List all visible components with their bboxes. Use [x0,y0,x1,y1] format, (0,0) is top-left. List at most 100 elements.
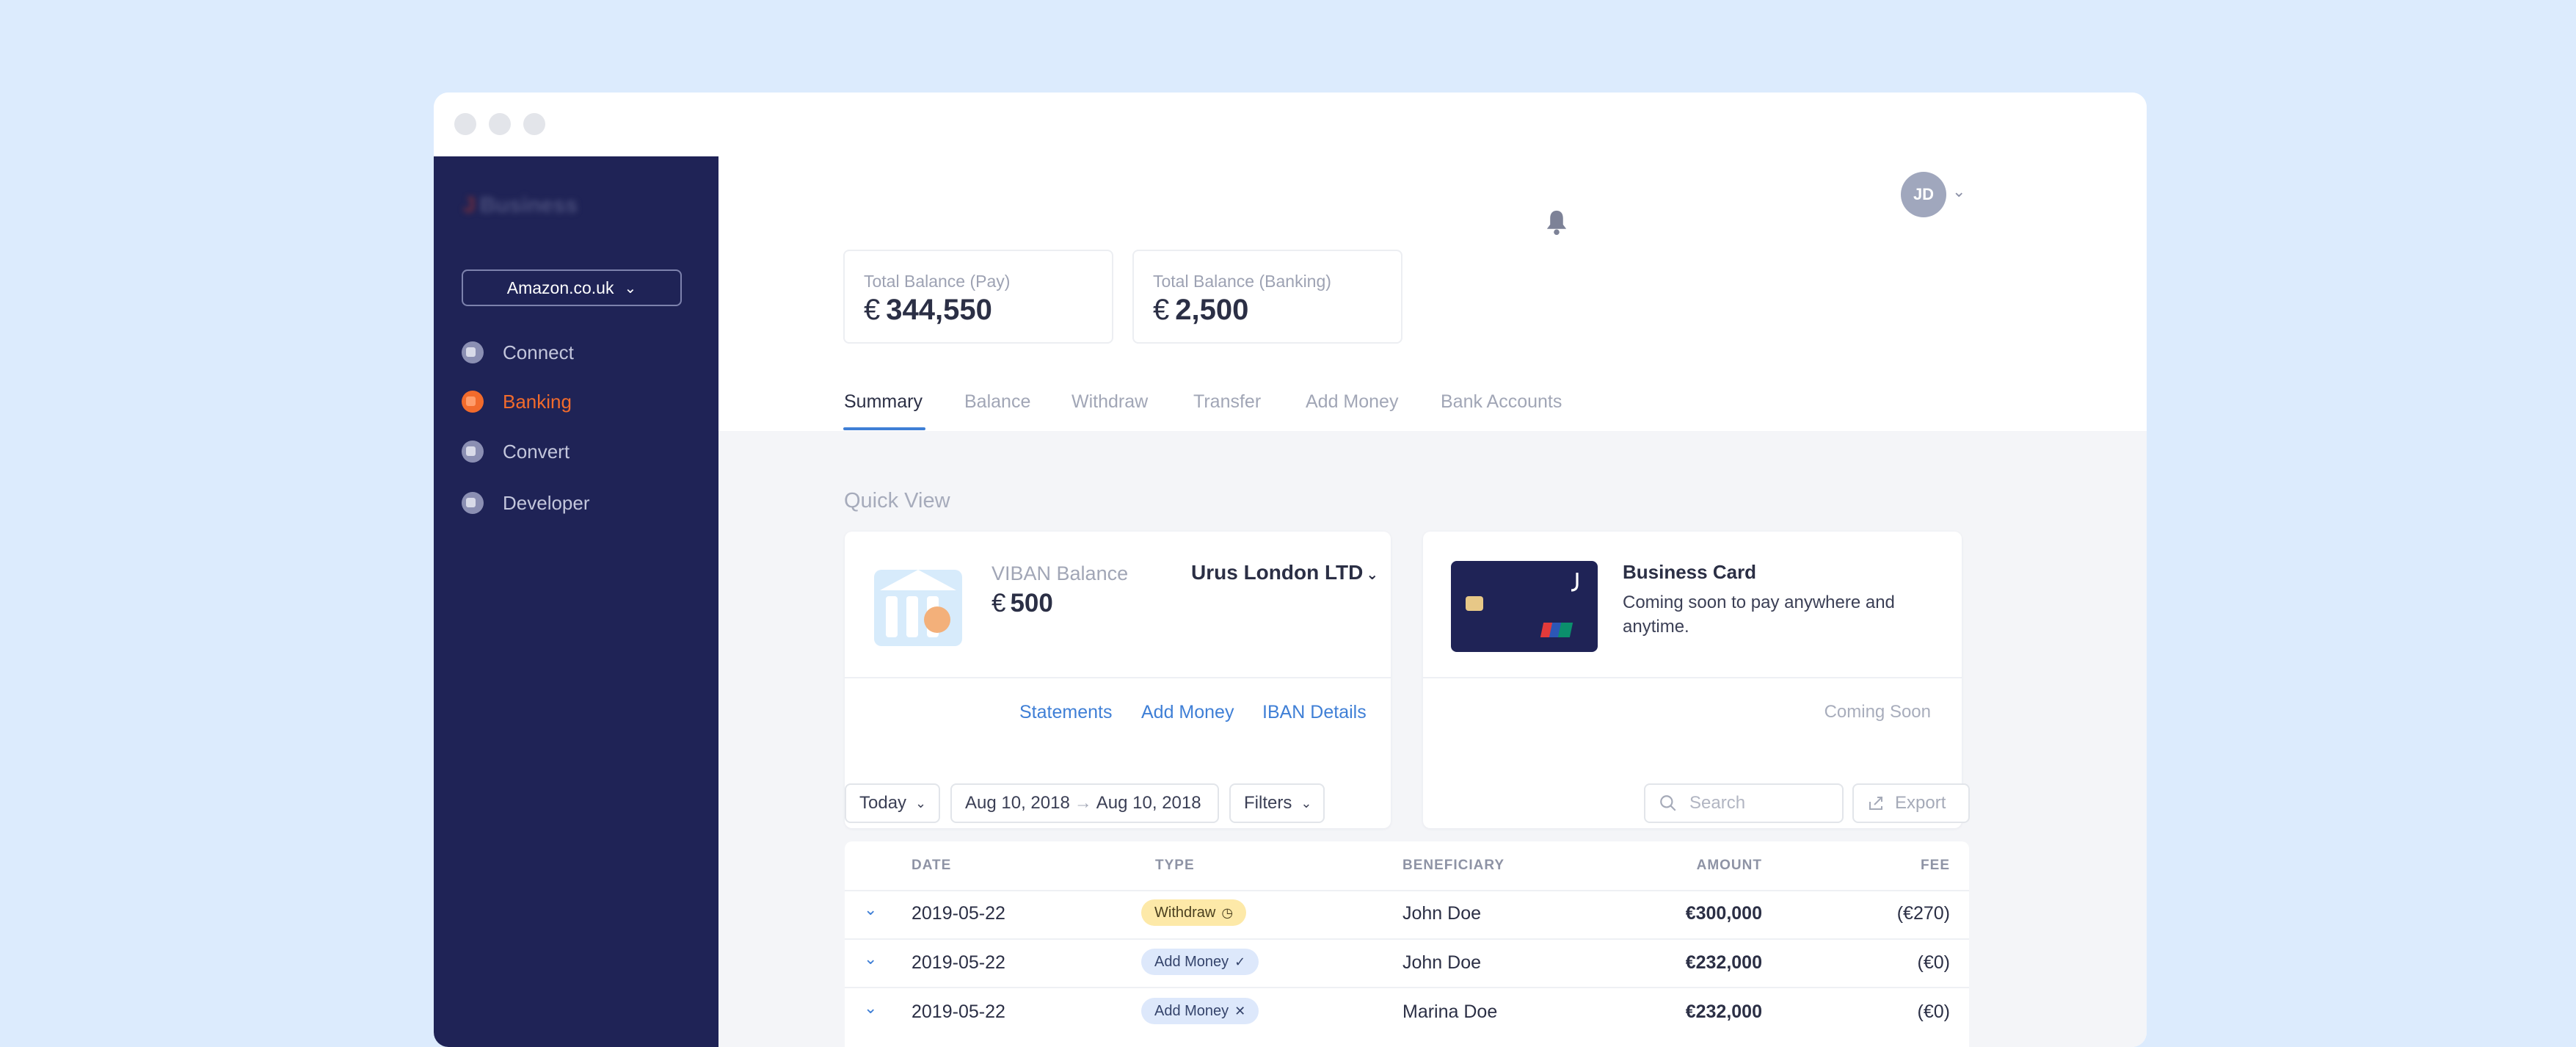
statements-link[interactable]: Statements [1019,702,1112,723]
expand-row-icon[interactable]: ⌄ [864,949,877,968]
tab-balance[interactable]: Balance [964,391,1030,413]
period-select-value: Today [859,793,907,813]
sidebar: J Business Amazon.co.uk ⌄ Connect Banking… [434,156,718,1047]
chevron-down-icon: ⌄ [915,795,927,811]
bank-icon [874,570,962,646]
type-badge: Add Money ✓ [1141,949,1259,975]
row-date: 2019-05-22 [912,952,1005,973]
date-to: Aug 10, 2018 [1096,793,1201,813]
row-amount: €232,000 [1685,1001,1762,1022]
filters-label: Filters [1244,793,1292,813]
balance-label: Total Balance (Banking) [1153,272,1331,291]
status-badge: Coming Soon [1824,702,1931,722]
balance-value: €2,500 [1153,294,1249,326]
bell-icon[interactable] [1543,209,1570,236]
search-placeholder: Search [1689,793,1746,813]
chevron-down-icon: ⌄ [624,280,637,297]
row-beneficiary: John Doe [1402,952,1482,973]
export-label: Export [1895,793,1946,813]
row-fee: (€0) [1917,952,1950,973]
tab-bank-accounts[interactable]: Bank Accounts [1441,391,1562,413]
add-money-link[interactable]: Add Money [1141,702,1234,723]
type-badge: Withdraw ◷ [1141,899,1247,926]
column-header-type[interactable]: TYPE [1155,858,1195,874]
sidebar-item-convert[interactable]: Convert [462,437,570,466]
account-name-dropdown[interactable]: Urus London LTD ⌄ [1191,561,1378,584]
table-divider [845,987,1969,988]
chevron-down-icon: ⌄ [1366,567,1379,583]
arrow-right-icon: → [1074,793,1092,813]
row-date: 2019-05-22 [912,903,1005,924]
sidebar-item-label: Convert [503,440,570,463]
row-date: 2019-05-22 [912,1001,1005,1022]
chevron-down-icon[interactable]: ⌄ [1952,182,1965,201]
card-divider [1423,677,1962,678]
viban-value: €500 [992,589,1053,617]
check-icon: ✓ [1234,954,1246,969]
viban-label: VIBAN Balance [992,562,1129,584]
balance-label: Total Balance (Pay) [864,272,1011,291]
connect-icon [462,341,484,363]
close-icon: ✕ [1234,1003,1246,1018]
developer-icon [462,492,484,514]
account-select-value: Amazon.co.uk [506,278,614,297]
app-window: J Business Amazon.co.uk ⌄ Connect Banking… [434,93,2147,1047]
sidebar-item-label: Connect [503,341,574,363]
date-from: Aug 10, 2018 [965,793,1070,813]
avatar[interactable]: JD [1901,172,1946,217]
search-icon [1660,795,1676,811]
tab-summary[interactable]: Summary [844,391,923,413]
filters-button[interactable]: Filters ⌄ [1229,783,1325,823]
credit-card-icon [1451,561,1598,652]
balance-card-pay: Total Balance (Pay) €344,550 [843,250,1113,344]
sidebar-item-banking[interactable]: Banking [462,387,572,416]
window-maximize-button[interactable] [523,113,545,135]
business-card-title: Business Card [1623,561,1757,583]
tab-transfer[interactable]: Transfer [1193,391,1261,413]
transactions-table: DATE TYPE BENEFICIARY AMOUNT FEE ⌄ 2019-… [845,841,1969,1047]
table-divider [845,890,1969,891]
row-fee: (€0) [1917,1001,1950,1022]
sidebar-item-label: Banking [503,390,572,413]
convert-icon [462,441,484,463]
export-button[interactable]: Export [1852,783,1970,823]
row-amount: €300,000 [1685,903,1762,924]
window-titlebar [434,93,2147,156]
sidebar-item-label: Developer [503,491,590,514]
tab-withdraw[interactable]: Withdraw [1071,391,1148,413]
balance-card-banking: Total Balance (Banking) €2,500 [1132,250,1402,344]
search-input[interactable]: Search [1644,783,1844,823]
column-header-date[interactable]: DATE [912,858,951,874]
tab-add-money[interactable]: Add Money [1306,391,1398,413]
column-header-beneficiary[interactable]: BENEFICIARY [1402,858,1505,874]
account-select[interactable]: Amazon.co.uk ⌄ [462,269,682,306]
table-divider [845,938,1969,940]
brand-logo[interactable]: J Business [463,193,578,218]
sidebar-item-connect[interactable]: Connect [462,338,574,367]
column-header-amount[interactable]: AMOUNT [1697,858,1762,874]
expand-row-icon[interactable]: ⌄ [864,900,877,919]
date-range-picker[interactable]: Aug 10, 2018 → Aug 10, 2018 [950,783,1219,823]
period-select[interactable]: Today ⌄ [845,783,940,823]
business-card-description: Coming soon to pay anywhere and anytime. [1623,593,1895,637]
window-close-button[interactable] [454,113,476,135]
expand-row-icon[interactable]: ⌄ [864,999,877,1018]
row-fee: (€270) [1896,903,1950,924]
quick-view-title: Quick View [844,489,950,512]
sidebar-item-developer[interactable]: Developer [462,488,590,518]
row-beneficiary: Marina Doe [1402,1001,1498,1022]
window-minimize-button[interactable] [489,113,511,135]
row-amount: €232,000 [1685,952,1762,973]
type-badge: Add Money ✕ [1141,998,1259,1024]
row-beneficiary: John Doe [1402,903,1482,924]
banking-icon [462,391,484,413]
avatar-initials: JD [1913,185,1935,203]
clock-icon: ◷ [1221,905,1234,920]
chevron-down-icon: ⌄ [1300,795,1312,811]
balance-value: €344,550 [864,294,992,326]
column-header-fee[interactable]: FEE [1921,858,1950,874]
active-tab-indicator [843,427,925,430]
iban-details-link[interactable]: IBAN Details [1262,702,1367,723]
card-divider [845,677,1391,678]
export-icon [1869,797,1882,810]
